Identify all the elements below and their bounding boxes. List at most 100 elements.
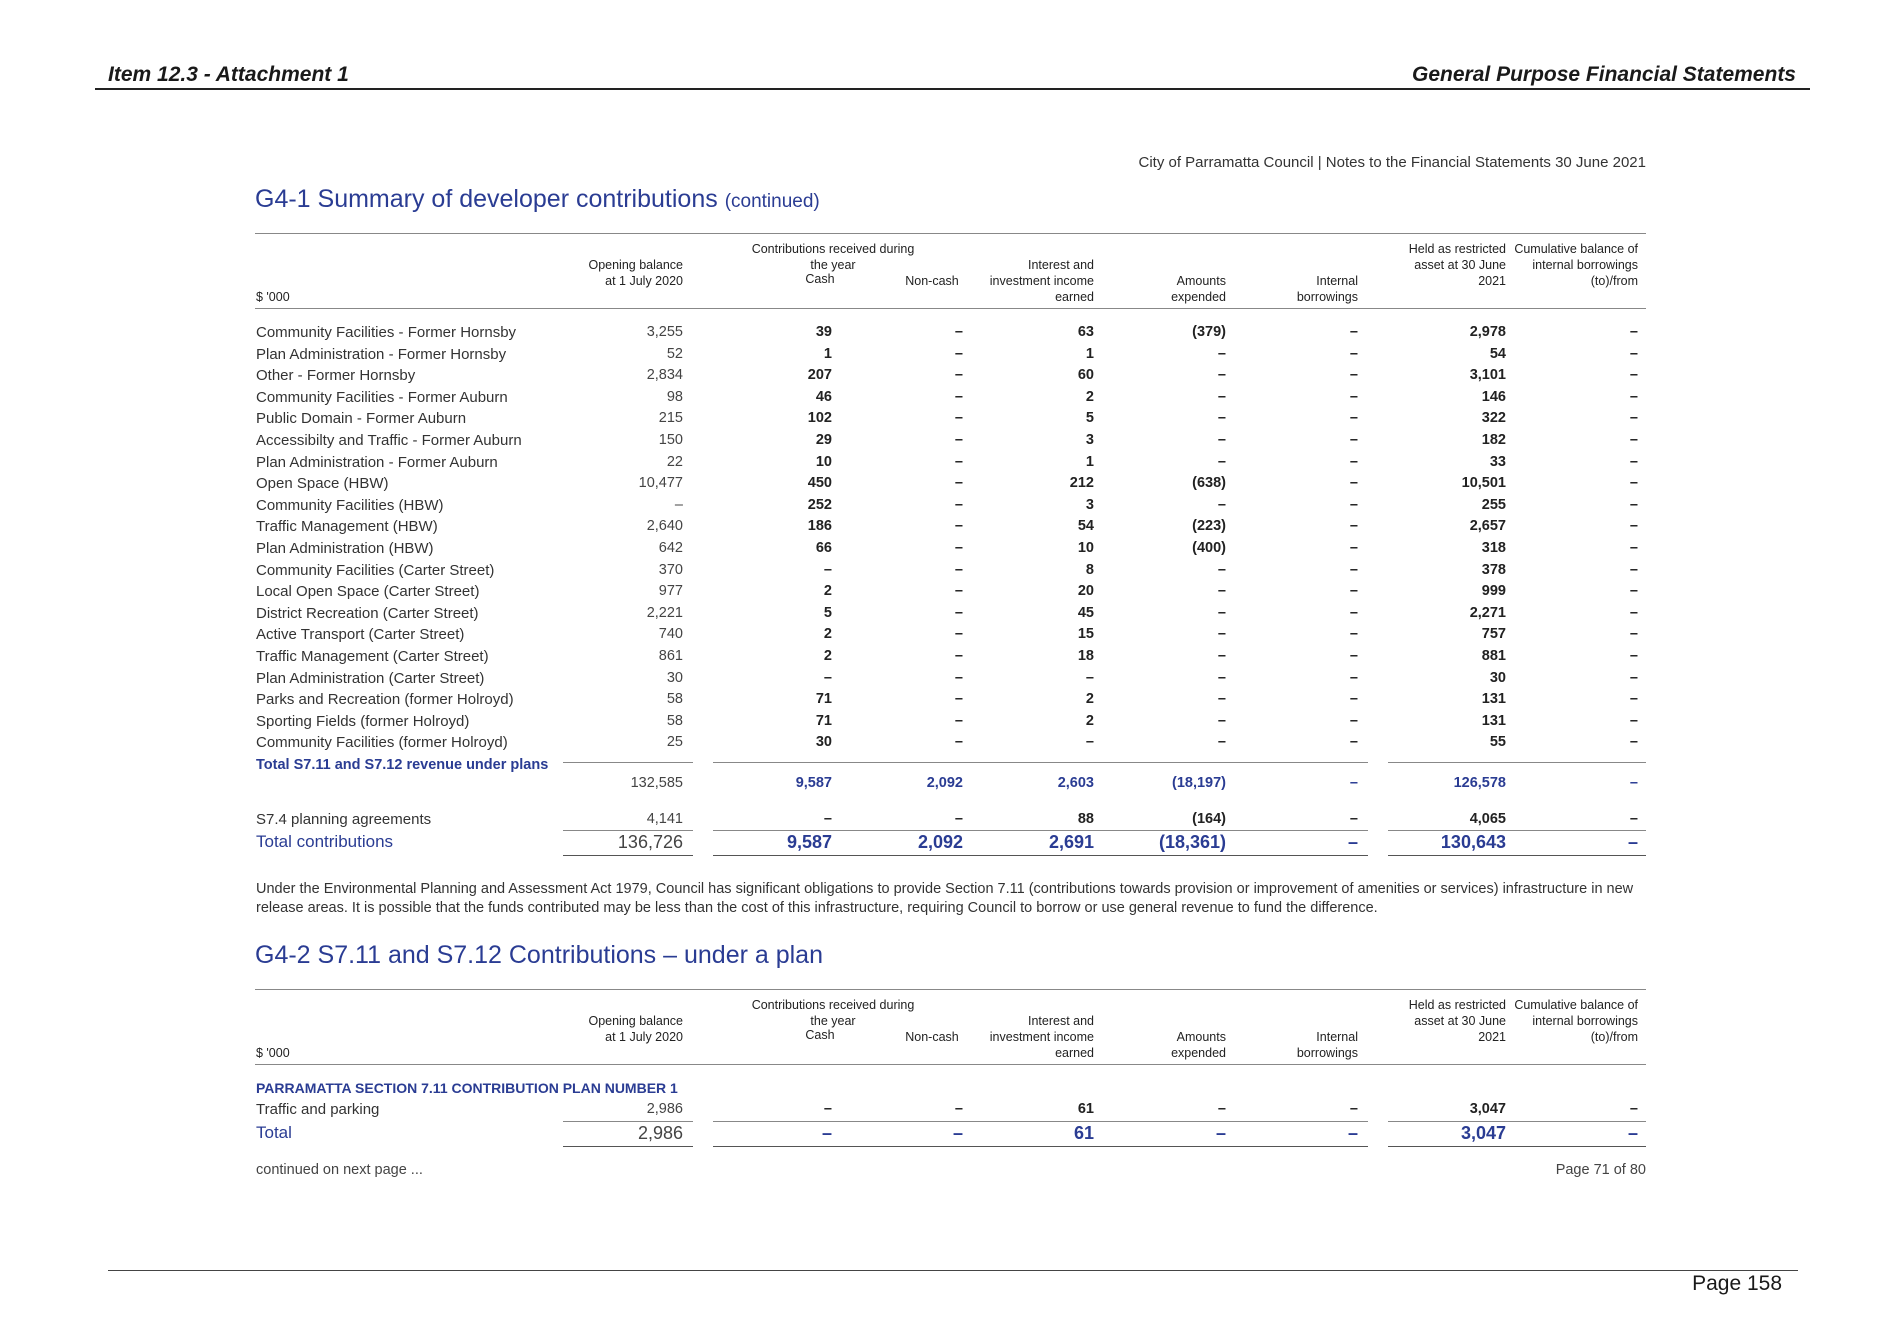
- page-of-label: Page 71 of 80: [1555, 1162, 1646, 1178]
- header-bottom-rule: [255, 308, 1646, 309]
- data-row-interest: 1: [1085, 346, 1094, 362]
- data-row-borrowings: –: [1349, 454, 1358, 470]
- data-row-label: Sporting Fields (former Holroyd): [256, 713, 470, 730]
- data-row-cash: 1: [823, 346, 832, 362]
- data-row-opening: 30: [666, 670, 683, 686]
- data-row-interest: 15: [1077, 626, 1094, 642]
- data-row-cash: 102: [807, 410, 832, 426]
- table-top-rule: [255, 989, 1646, 990]
- col-header-interest: Interest and investment income earned: [989, 258, 1094, 304]
- data-row-held: 146: [1481, 389, 1506, 405]
- data-row-held: 757: [1481, 626, 1506, 642]
- data-row-interest: 20: [1077, 583, 1094, 599]
- data-row-borrowings: –: [1349, 324, 1358, 340]
- data-row-opening: 642: [658, 540, 683, 556]
- data-row-borrowings: –: [1349, 346, 1358, 362]
- data-row-borrowings: –: [1349, 410, 1358, 426]
- data-row-interest: 54: [1077, 518, 1094, 534]
- data-row-label: Community Facilities (former Holroyd): [256, 734, 508, 751]
- data-row-noncash: –: [954, 518, 963, 534]
- data-row-held: 999: [1481, 583, 1506, 599]
- total-contributions-row-label: Total contributions: [256, 832, 394, 851]
- data-row-interest: 2: [1085, 713, 1094, 729]
- traffic-parking-row-borrowings: –: [1349, 1101, 1358, 1117]
- data-row-opening: 25: [666, 734, 683, 750]
- data-row-cumulative: –: [1629, 432, 1638, 448]
- data-row-label: Open Space (HBW): [256, 475, 389, 492]
- data-row-expended: –: [1217, 713, 1226, 729]
- unit-label: $ '000: [256, 1046, 290, 1060]
- total-contributions-row-borrowings: –: [1347, 832, 1358, 852]
- data-row-held: 318: [1481, 540, 1506, 556]
- col-header-cash: Cash: [805, 272, 835, 286]
- data-row-cash: –: [823, 670, 832, 686]
- total-plans-row-opening: 132,585: [630, 775, 683, 791]
- header-bottom-rule: [255, 1064, 1646, 1065]
- table-top-rule: [255, 233, 1646, 234]
- total-plans-row-noncash: 2,092: [926, 775, 963, 791]
- data-row-noncash: –: [954, 734, 963, 750]
- data-row-expended: –: [1217, 432, 1226, 448]
- data-row-held: 131: [1481, 691, 1506, 707]
- total-contributions-row-expended: (18,361): [1158, 832, 1226, 852]
- data-row-cash: 2: [823, 648, 832, 664]
- total-plans-row-cash: 9,587: [795, 775, 832, 791]
- data-row-opening: 740: [658, 626, 683, 642]
- plan-heading: PARRAMATTA SECTION 7.11 CONTRIBUTION PLA…: [256, 1080, 678, 1096]
- data-row-cash: 71: [815, 691, 832, 707]
- data-row-opening: 52: [666, 346, 683, 362]
- data-row-held: 255: [1481, 497, 1506, 513]
- data-row-label: Community Facilities - Former Auburn: [256, 389, 508, 406]
- planning-agreements-row-opening: 4,141: [646, 811, 683, 827]
- data-row-interest: 18: [1077, 648, 1094, 664]
- continued-note: continued on next page ...: [256, 1162, 423, 1178]
- data-row-cash: 10: [815, 454, 832, 470]
- plan-row-rule-mid: [713, 1121, 1368, 1122]
- data-row-held: 2,657: [1469, 518, 1506, 534]
- data-row-cumulative: –: [1629, 324, 1638, 340]
- data-row-cumulative: –: [1629, 691, 1638, 707]
- data-row-cash: 186: [807, 518, 832, 534]
- data-row-borrowings: –: [1349, 367, 1358, 383]
- total-plans-row-expended: (18,197): [1171, 775, 1226, 791]
- data-row-cash: 66: [815, 540, 832, 556]
- col-header-cumulative: Cumulative balance of internal borrowing…: [1514, 998, 1638, 1044]
- data-row-borrowings: –: [1349, 691, 1358, 707]
- col-header-non-cash: Non-cash: [905, 1030, 959, 1044]
- total-plans-row-cumulative: –: [1629, 775, 1638, 791]
- data-row-borrowings: –: [1349, 670, 1358, 686]
- col-header-held: Held as restricted asset at 30 June 2021: [1408, 242, 1506, 288]
- data-row-opening: 58: [666, 713, 683, 729]
- data-row-cash: –: [823, 562, 832, 578]
- data-row-cumulative: –: [1629, 626, 1638, 642]
- data-row-expended: –: [1217, 734, 1226, 750]
- data-row-cash: 207: [807, 367, 832, 383]
- data-row-noncash: –: [954, 497, 963, 513]
- traffic-parking-row-expended: –: [1217, 1101, 1226, 1117]
- attachment-label: Item 12.3 - Attachment 1: [108, 63, 349, 86]
- data-row-label: Traffic Management (Carter Street): [256, 648, 489, 665]
- data-row-noncash: –: [954, 346, 963, 362]
- data-row-opening: 215: [658, 410, 683, 426]
- data-row-borrowings: –: [1349, 432, 1358, 448]
- data-row-cumulative: –: [1629, 518, 1638, 534]
- data-row-noncash: –: [954, 626, 963, 642]
- planning-agreements-row-expended: (164): [1192, 811, 1226, 827]
- planning-rule-right: [1388, 830, 1646, 831]
- data-row-noncash: –: [954, 324, 963, 340]
- data-row-opening: 2,221: [646, 605, 683, 621]
- traffic-parking-row-cumulative: –: [1629, 1101, 1638, 1117]
- data-row-expended: –: [1217, 454, 1226, 470]
- data-row-held: 33: [1489, 454, 1506, 470]
- plan-row-rule-right: [1388, 1121, 1646, 1122]
- col-header-non-cash: Non-cash: [905, 274, 959, 288]
- data-row-label: Local Open Space (Carter Street): [256, 583, 480, 600]
- total-plans-row-borrowings: –: [1349, 775, 1358, 791]
- data-row-held: 2,271: [1469, 605, 1506, 621]
- data-row-cumulative: –: [1629, 410, 1638, 426]
- data-row-held: 30: [1489, 670, 1506, 686]
- subtotal-rule-right: [1388, 762, 1646, 763]
- data-row-cumulative: –: [1629, 648, 1638, 664]
- plan-total-row-expended: –: [1215, 1123, 1226, 1143]
- data-row-borrowings: –: [1349, 540, 1358, 556]
